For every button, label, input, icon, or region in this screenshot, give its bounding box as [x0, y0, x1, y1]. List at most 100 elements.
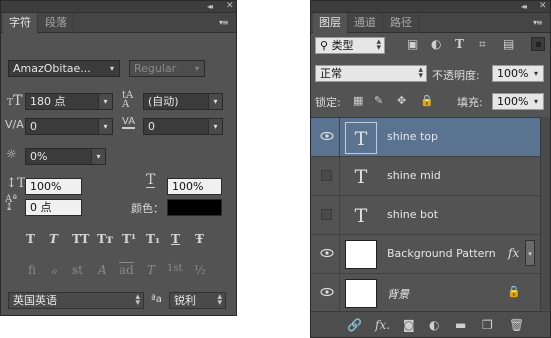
language-dropdown[interactable]: 英国英语 ▴ ▾: [8, 292, 144, 309]
chevron-down-icon[interactable]: ▾: [529, 66, 543, 81]
antialias-dropdown[interactable]: 锐利 ▴ ▾: [169, 292, 226, 309]
text-layer-thumbnail-icon: T: [345, 122, 377, 154]
fill-field[interactable]: 100% ▾: [492, 93, 544, 110]
lock-icon: 🔒: [507, 285, 521, 298]
color-swatch[interactable]: [167, 199, 222, 216]
eye-icon[interactable]: [320, 287, 334, 297]
lock-image-pixels-icon[interactable]: ✎: [374, 94, 383, 107]
faux-bold-button[interactable]: T: [26, 232, 35, 246]
font-family-dropdown[interactable]: AmazObitae... ▾: [8, 60, 120, 77]
character-panel: ◂◂ ✕ 字符 段落 ▾≡ AmazObitae... ▾ Regular ▾ …: [0, 0, 237, 316]
vertical-scale-icon: ↕T: [6, 176, 26, 191]
close-icon[interactable]: ✕: [226, 1, 234, 11]
layer-filter-dropdown[interactable]: ⚲ 类型 ▴ ▾: [315, 37, 385, 54]
add-mask-icon[interactable]: ◙: [403, 318, 415, 332]
tab-channels[interactable]: 通道: [348, 13, 383, 33]
chevron-down-icon[interactable]: ▾: [208, 119, 222, 134]
antialias-icon: ªa: [151, 294, 162, 305]
collapse-icon[interactable]: ◂◂: [207, 2, 213, 11]
fractions-button[interactable]: ½: [194, 263, 206, 277]
swash-button[interactable]: A: [98, 263, 107, 277]
horizontal-scale-field[interactable]: 100%: [167, 178, 222, 195]
underline-button[interactable]: T: [171, 232, 180, 246]
chevron-down-icon[interactable]: ▾: [91, 149, 105, 164]
add-layer-style-icon[interactable]: fx.: [375, 318, 390, 332]
layer-thumbnail: [345, 240, 377, 269]
close-icon[interactable]: ✕: [539, 1, 547, 11]
tab-character[interactable]: 字符: [3, 13, 38, 34]
blend-mode-dropdown[interactable]: 正常 ▴ ▾: [315, 65, 427, 82]
link-layers-icon[interactable]: 🔗: [347, 318, 362, 332]
font-size-field[interactable]: 180 点 ▾: [25, 93, 113, 110]
new-adjustment-layer-icon[interactable]: ◐: [429, 318, 439, 332]
panel-menu-icon[interactable]: ▾≡: [533, 18, 543, 27]
layers-scrollbar[interactable]: [540, 117, 550, 310]
layers-list: T shine top T shine mid T shine bot Back…: [311, 117, 540, 313]
spinner-icon: ▴ ▾: [376, 37, 381, 53]
vertical-scale-field[interactable]: 100%: [25, 178, 82, 195]
fx-icon[interactable]: fx: [508, 246, 519, 260]
visibility-toggle[interactable]: [321, 209, 332, 220]
image-filter-icon[interactable]: ▣: [407, 37, 418, 51]
baseline-shift-field[interactable]: 0 点: [25, 199, 82, 216]
layer-row-shine-bot[interactable]: T shine bot: [311, 196, 540, 235]
eye-icon[interactable]: [320, 131, 334, 141]
lock-label: 锁定:: [315, 96, 341, 109]
chevron-down-icon: ▾: [194, 64, 199, 73]
new-group-icon[interactable]: ▬: [455, 318, 466, 332]
layer-row-background[interactable]: 背景 🔒: [311, 274, 540, 313]
ordinals-button[interactable]: 1st: [167, 263, 183, 274]
subscript-button[interactable]: T₁: [146, 232, 160, 246]
spinner-icon: ▴ ▾: [418, 65, 423, 81]
chevron-down-icon[interactable]: ▾: [98, 94, 112, 109]
adjustment-filter-icon[interactable]: ◐: [431, 37, 441, 51]
spinner-icon: ▴ ▾: [217, 292, 222, 308]
kerning-icon: V/A: [5, 118, 24, 131]
strikethrough-button[interactable]: Ŧ: [195, 232, 204, 246]
collapse-icon[interactable]: ◂◂: [521, 2, 527, 11]
visibility-toggle[interactable]: [321, 170, 332, 181]
stylistic-alternates-button[interactable]: ad: [119, 263, 134, 277]
superscript-button[interactable]: T¹: [122, 232, 136, 246]
eye-icon[interactable]: [320, 248, 334, 258]
shape-filter-icon[interactable]: ⌗: [479, 37, 486, 52]
panel-menu-icon[interactable]: ▾≡: [219, 18, 229, 27]
chevron-down-icon[interactable]: ▾: [529, 94, 543, 109]
delete-layer-icon[interactable]: 🗑: [509, 318, 524, 332]
filter-toggle[interactable]: [531, 37, 545, 51]
lock-transparent-pixels-icon[interactable]: ▦: [353, 94, 363, 107]
tsume-icon: ☼: [6, 147, 17, 161]
chevron-down-icon[interactable]: ▾: [208, 94, 222, 109]
all-caps-button[interactable]: TT: [72, 232, 89, 246]
text-layer-thumbnail-icon: T: [354, 166, 368, 188]
faux-italic-button[interactable]: T: [49, 232, 58, 246]
tsume-field[interactable]: 0% ▾: [25, 148, 106, 165]
font-style-dropdown[interactable]: Regular ▾: [129, 60, 205, 77]
spinner-icon: ▴ ▾: [135, 292, 140, 308]
kerning-field[interactable]: 0 ▾: [25, 118, 113, 135]
new-layer-icon[interactable]: ❐: [482, 318, 493, 332]
small-caps-button[interactable]: Tт: [97, 232, 113, 246]
lock-all-icon[interactable]: 🔒: [420, 94, 434, 107]
type-filter-icon[interactable]: T: [455, 37, 464, 51]
tracking-field[interactable]: 0 ▾: [143, 118, 223, 135]
layer-row-shine-top[interactable]: T shine top: [311, 118, 540, 157]
layer-row-background-pattern[interactable]: Background Pattern fx ▾: [311, 235, 540, 274]
opacity-field[interactable]: 100% ▾: [492, 65, 544, 82]
layers-bottom-toolbar: 🔗 fx. ◙ ◐ ▬ ❐ 🗑: [311, 311, 550, 337]
leading-field[interactable]: (自动) ▾: [143, 93, 223, 110]
layers-panel: ◂◂ ✕ 图层 通道 路径 ▾≡ ⚲ 类型 ▴ ▾ ▣ ◐ T ⌗ ▤ 正常 ▴ ▾…: [310, 0, 551, 338]
horizontal-scale-icon: T: [146, 172, 156, 188]
layer-row-shine-mid[interactable]: T shine mid: [311, 157, 540, 196]
tab-paragraph[interactable]: 段落: [39, 13, 74, 33]
contextual-alternates-button[interactable]: st: [72, 263, 83, 277]
tab-layers[interactable]: 图层: [313, 13, 348, 34]
discretionary-ligatures-button[interactable]: ℴ: [51, 263, 57, 277]
titling-alternates-button[interactable]: T: [147, 263, 155, 277]
lock-position-icon[interactable]: ✥: [397, 94, 406, 107]
smart-object-filter-icon[interactable]: ▤: [503, 37, 514, 51]
chevron-down-icon[interactable]: ▾: [98, 119, 112, 134]
effects-toggle[interactable]: ▾: [525, 240, 535, 266]
tab-paths[interactable]: 路径: [384, 13, 419, 33]
ligatures-button[interactable]: ﬁ: [28, 263, 36, 277]
